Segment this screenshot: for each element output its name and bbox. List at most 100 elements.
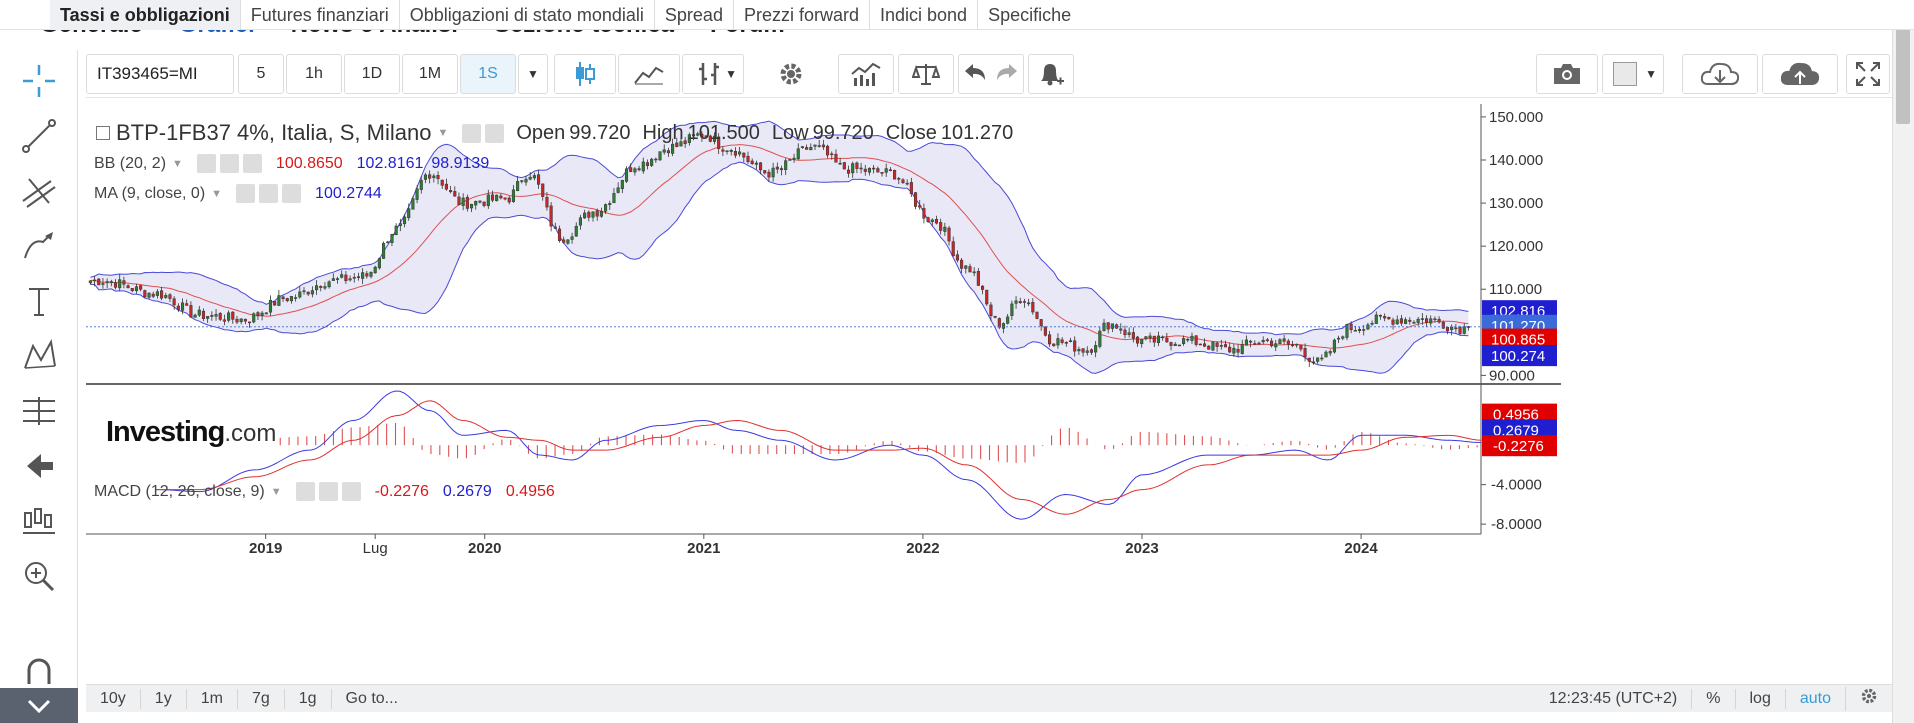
eye-icon[interactable]	[196, 154, 216, 173]
interval-1d[interactable]: 1D	[344, 54, 400, 94]
interval-5[interactable]: 5	[238, 54, 284, 94]
indicators-icon[interactable]	[838, 54, 894, 94]
log-toggle[interactable]: log	[1734, 689, 1785, 709]
nav-tab-obbligazioni[interactable]: Obbligazioni di stato mondiali	[400, 0, 655, 30]
candle-body	[1027, 302, 1031, 305]
trendline-icon[interactable]	[14, 111, 64, 161]
macd-line-value: 0.2679	[442, 482, 492, 500]
color-icon[interactable]: ▼	[1602, 54, 1664, 94]
macd-hist-value: -0.2276	[374, 482, 429, 500]
candle-body	[1123, 329, 1127, 336]
close-icon[interactable]	[341, 482, 361, 501]
candle-body	[855, 162, 859, 169]
nav-tab-indici[interactable]: Indici bond	[870, 0, 979, 30]
undo-icon[interactable]	[963, 62, 987, 87]
range-1m[interactable]: 1m	[187, 688, 238, 709]
collapse-legend-icon[interactable]	[96, 126, 110, 140]
candle-body	[398, 223, 402, 227]
candle-body	[1332, 339, 1336, 353]
chevron-down-icon[interactable]: ▼	[211, 188, 222, 200]
eye-icon[interactable]	[236, 184, 256, 203]
chevron-down-icon[interactable]: ▼	[437, 127, 448, 139]
camera-icon[interactable]	[1536, 54, 1598, 94]
redo-icon[interactable]	[995, 62, 1019, 87]
close-icon[interactable]	[282, 184, 302, 203]
candle-body	[784, 160, 788, 170]
nav-tab-futures[interactable]: Futures finanziari	[241, 0, 400, 30]
candle-body	[1094, 345, 1098, 353]
interval-1s[interactable]: 1S	[460, 54, 516, 94]
candle-body	[800, 146, 804, 148]
collapse-toolbar-button[interactable]	[0, 688, 78, 723]
page-scrollbar[interactable]	[1892, 0, 1914, 723]
candle-body	[763, 170, 767, 174]
candle-body	[1056, 338, 1060, 346]
nav-tab-specifiche[interactable]: Specifiche	[978, 0, 1081, 30]
nav-tab-forward[interactable]: Prezzi forward	[734, 0, 870, 30]
undo-redo-group	[958, 54, 1024, 94]
settings-icon[interactable]	[219, 154, 239, 173]
candle-body	[449, 190, 453, 193]
settings-icon[interactable]	[318, 482, 338, 501]
candle-body	[1085, 350, 1089, 353]
crosshair-icon[interactable]	[14, 56, 64, 106]
nav-tab-spread[interactable]: Spread	[655, 0, 734, 30]
alert-icon[interactable]	[1028, 54, 1074, 94]
goto-button[interactable]: Go to...	[332, 689, 412, 709]
candle-body	[989, 304, 993, 317]
compare-icon[interactable]	[898, 54, 954, 94]
candle-body	[377, 258, 381, 269]
cloud-download-icon[interactable]	[1682, 54, 1758, 94]
interval-1m[interactable]: 1M	[402, 54, 458, 94]
fib-icon[interactable]	[14, 166, 64, 216]
candle-body	[1219, 345, 1223, 347]
scrollbar-thumb[interactable]	[1896, 14, 1910, 124]
time-tick-label: 2022	[906, 540, 939, 557]
percent-toggle[interactable]: %	[1691, 689, 1734, 709]
measure-icon[interactable]	[14, 496, 64, 546]
candle-body	[1416, 318, 1420, 323]
text-icon[interactable]	[14, 276, 64, 326]
eye-icon[interactable]	[462, 123, 482, 143]
range-10y[interactable]: 10y	[86, 688, 141, 709]
settings-icon[interactable]	[259, 184, 279, 203]
candle-body	[168, 294, 172, 299]
chevron-down-icon[interactable]: ▼	[172, 158, 183, 170]
back-arrow-icon[interactable]	[14, 441, 64, 491]
range-1y[interactable]: 1y	[141, 688, 187, 709]
candle-body	[231, 311, 235, 320]
candle-body	[486, 194, 490, 207]
gann-icon[interactable]	[14, 386, 64, 436]
macd-badge-label: -0.2276	[1493, 438, 1544, 455]
eye-icon[interactable]	[295, 482, 315, 501]
candle-body	[390, 234, 394, 243]
fullscreen-icon[interactable]	[1846, 54, 1890, 94]
bars-icon[interactable]: ▼	[682, 54, 744, 94]
nav-tab-tassi[interactable]: Tassi e obbligazioni	[50, 0, 241, 30]
candles-icon[interactable]	[554, 54, 616, 94]
cloud-upload-icon[interactable]	[1762, 54, 1838, 94]
close-icon[interactable]	[242, 154, 262, 173]
interval-dropdown[interactable]: ▼	[518, 54, 548, 94]
candle-body	[206, 316, 210, 319]
auto-toggle[interactable]: auto	[1784, 689, 1845, 709]
series-title: BTP-1FB37 4%, Italia, S, Milano	[116, 120, 432, 145]
pattern-icon[interactable]	[14, 331, 64, 381]
magnet-icon[interactable]	[14, 656, 64, 686]
settings-icon[interactable]	[748, 54, 834, 94]
brush-icon[interactable]	[14, 221, 64, 271]
candle-body	[113, 282, 118, 288]
line-chart-icon[interactable]	[618, 54, 680, 94]
candle-body	[1362, 329, 1366, 331]
chart-settings-icon[interactable]	[1845, 687, 1892, 711]
interval-1h[interactable]: 1h	[286, 54, 342, 94]
chart-area[interactable]: 150.000 140.000 130.000 120.000 110.000 90.00…	[86, 104, 1892, 684]
zoom-icon[interactable]	[14, 551, 64, 601]
settings-icon[interactable]	[485, 123, 505, 143]
range-1g[interactable]: 1g	[285, 688, 332, 709]
candle-body	[1144, 336, 1148, 339]
candle-body	[214, 314, 218, 317]
symbol-input[interactable]: IT393465=MI	[86, 54, 234, 94]
range-7g[interactable]: 7g	[238, 688, 285, 709]
chevron-down-icon[interactable]: ▼	[271, 486, 282, 498]
